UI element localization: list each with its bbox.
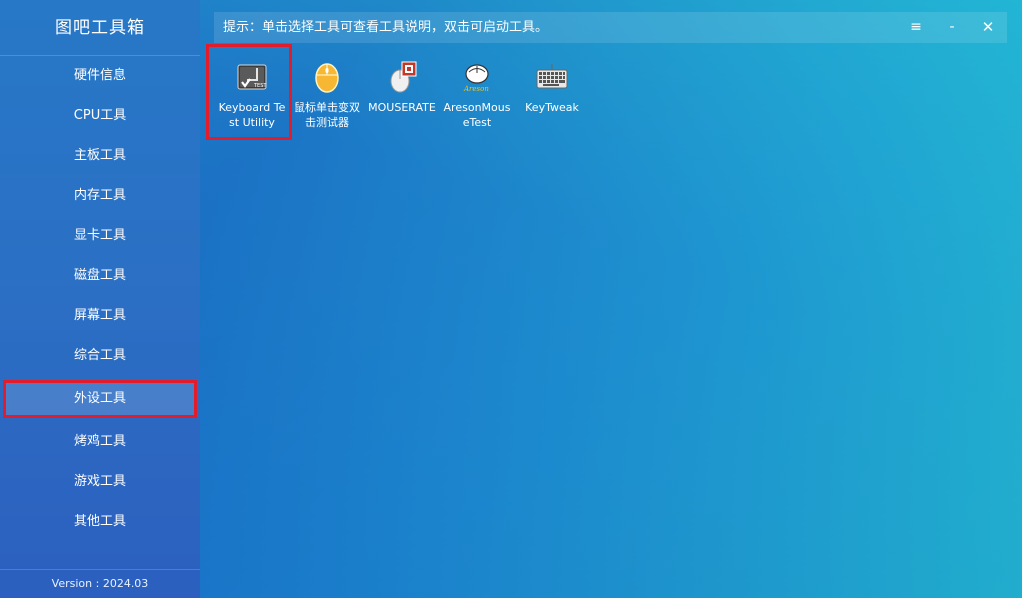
menu-button[interactable]: ≡	[903, 12, 929, 43]
sidebar-item-general-tools[interactable]: 综合工具	[0, 336, 200, 376]
close-icon: ✕	[981, 18, 995, 36]
tool-keyboard-test-utility[interactable]: TEST Keyboard Test Utility	[206, 44, 292, 140]
sidebar-item-peripheral-tools[interactable]: 外设工具	[3, 380, 197, 418]
svg-text:TEST: TEST	[253, 83, 267, 89]
areson-icon: Areson	[463, 64, 489, 93]
sidebar-item-game-tools[interactable]: 游戏工具	[0, 462, 200, 502]
mouserate-icon	[390, 61, 417, 93]
svg-text:Areson: Areson	[463, 85, 489, 93]
sidebar-item-cpu-tools[interactable]: CPU工具	[0, 96, 200, 136]
sidebar: 图吧工具箱 硬件信息 CPU工具 主板工具 内存工具 显卡工具 磁盘工具 屏幕工…	[0, 0, 200, 598]
tool-mouserate[interactable]: MOUSERATE	[364, 56, 440, 115]
hint-text: 提示：单击选择工具可查看工具说明，双击可启动工具。	[223, 20, 549, 35]
tool-areson-mouse-test[interactable]: Areson AresonMouseTest	[439, 56, 515, 130]
sidebar-nav: 硬件信息 CPU工具 主板工具 内存工具 显卡工具 磁盘工具 屏幕工具 综合工具…	[0, 56, 200, 542]
tool-label: Keyboard Test Utility	[218, 101, 286, 129]
sidebar-item-other-tools[interactable]: 其他工具	[0, 502, 200, 542]
menu-icon: ≡	[910, 19, 922, 35]
keytweak-icon	[536, 64, 568, 89]
close-button[interactable]: ✕	[975, 12, 1001, 43]
keyboard-test-icon: TEST	[237, 64, 267, 90]
tool-label: 鼠标单击变双击测试器	[294, 101, 360, 129]
hint-bar: 提示：单击选择工具可查看工具说明，双击可启动工具。 ≡ - ✕	[214, 12, 1007, 43]
tool-label: AresonMouseTest	[443, 101, 511, 129]
sidebar-item-motherboard-tools[interactable]: 主板工具	[0, 136, 200, 176]
app-title: 图吧工具箱	[0, 0, 200, 56]
sidebar-item-screen-tools[interactable]: 屏幕工具	[0, 296, 200, 336]
minimize-button[interactable]: -	[939, 12, 965, 43]
app-window: 图吧工具箱 硬件信息 CPU工具 主板工具 内存工具 显卡工具 磁盘工具 屏幕工…	[0, 0, 1022, 598]
version-label: Version : 2024.03	[0, 569, 200, 598]
tool-mouse-click-tester[interactable]: 鼠标单击变双击测试器	[289, 56, 365, 130]
sidebar-item-hardware-info[interactable]: 硬件信息	[0, 56, 200, 96]
tool-label: MOUSERATE	[368, 101, 436, 114]
sidebar-item-disk-tools[interactable]: 磁盘工具	[0, 256, 200, 296]
mouse-icon	[315, 63, 339, 93]
tool-label: KeyTweak	[525, 101, 579, 114]
tool-keytweak[interactable]: KeyTweak	[514, 56, 590, 115]
sidebar-item-memory-tools[interactable]: 内存工具	[0, 176, 200, 216]
minimize-icon: -	[949, 19, 955, 35]
sidebar-item-gpu-tools[interactable]: 显卡工具	[0, 216, 200, 256]
sidebar-item-stress-tools[interactable]: 烤鸡工具	[0, 422, 200, 462]
